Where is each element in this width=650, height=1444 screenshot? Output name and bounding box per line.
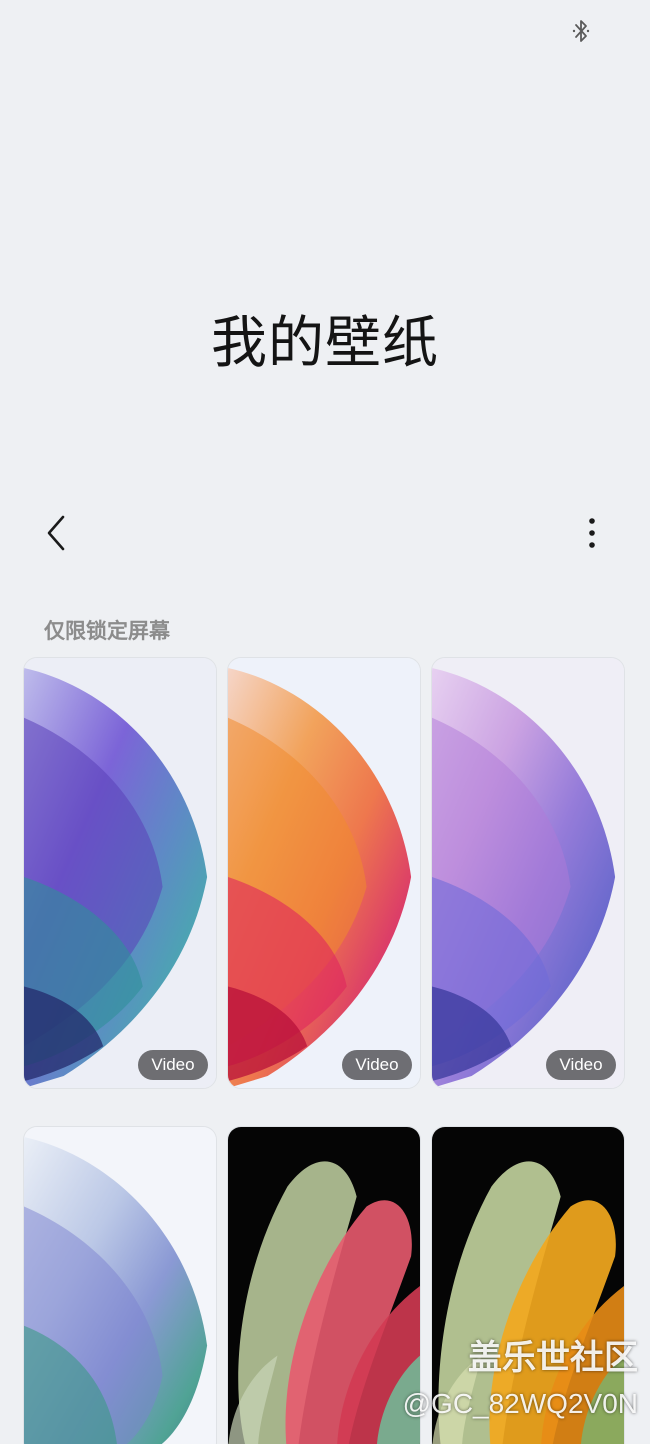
bluetooth-icon [569,17,593,45]
section-label-lock-screen-only: 仅限锁定屏幕 [44,619,170,643]
wallpaper-image [228,658,420,1088]
wallpaper-image [228,1127,420,1444]
watermark-community: 盖乐世社区 [468,1338,638,1378]
video-badge: Video [342,1050,412,1080]
wallpaper-screen: 我的壁纸 仅限锁定屏幕 Video Video Video 盖乐世社区 @GC_… [0,0,650,1444]
more-options-button[interactable] [566,508,618,562]
wallpaper-thumbnail[interactable]: Video [23,657,217,1089]
wallpaper-image [24,658,216,1088]
chevron-left-icon [44,514,68,556]
video-badge: Video [138,1050,208,1080]
watermark-user-id: @GC_82WQ2V0N [402,1388,638,1419]
wallpaper-thumbnail[interactable]: Video [431,657,625,1089]
wallpaper-thumbnail[interactable] [227,1126,421,1444]
wallpaper-thumbnail[interactable] [23,1126,217,1444]
back-button[interactable] [30,508,82,562]
page-title: 我的壁纸 [211,310,439,376]
wallpaper-thumbnail[interactable]: Video [227,657,421,1089]
video-badge: Video [546,1050,616,1080]
wallpaper-image [24,1127,216,1444]
wallpaper-image [432,658,624,1088]
more-vertical-icon [587,516,597,554]
